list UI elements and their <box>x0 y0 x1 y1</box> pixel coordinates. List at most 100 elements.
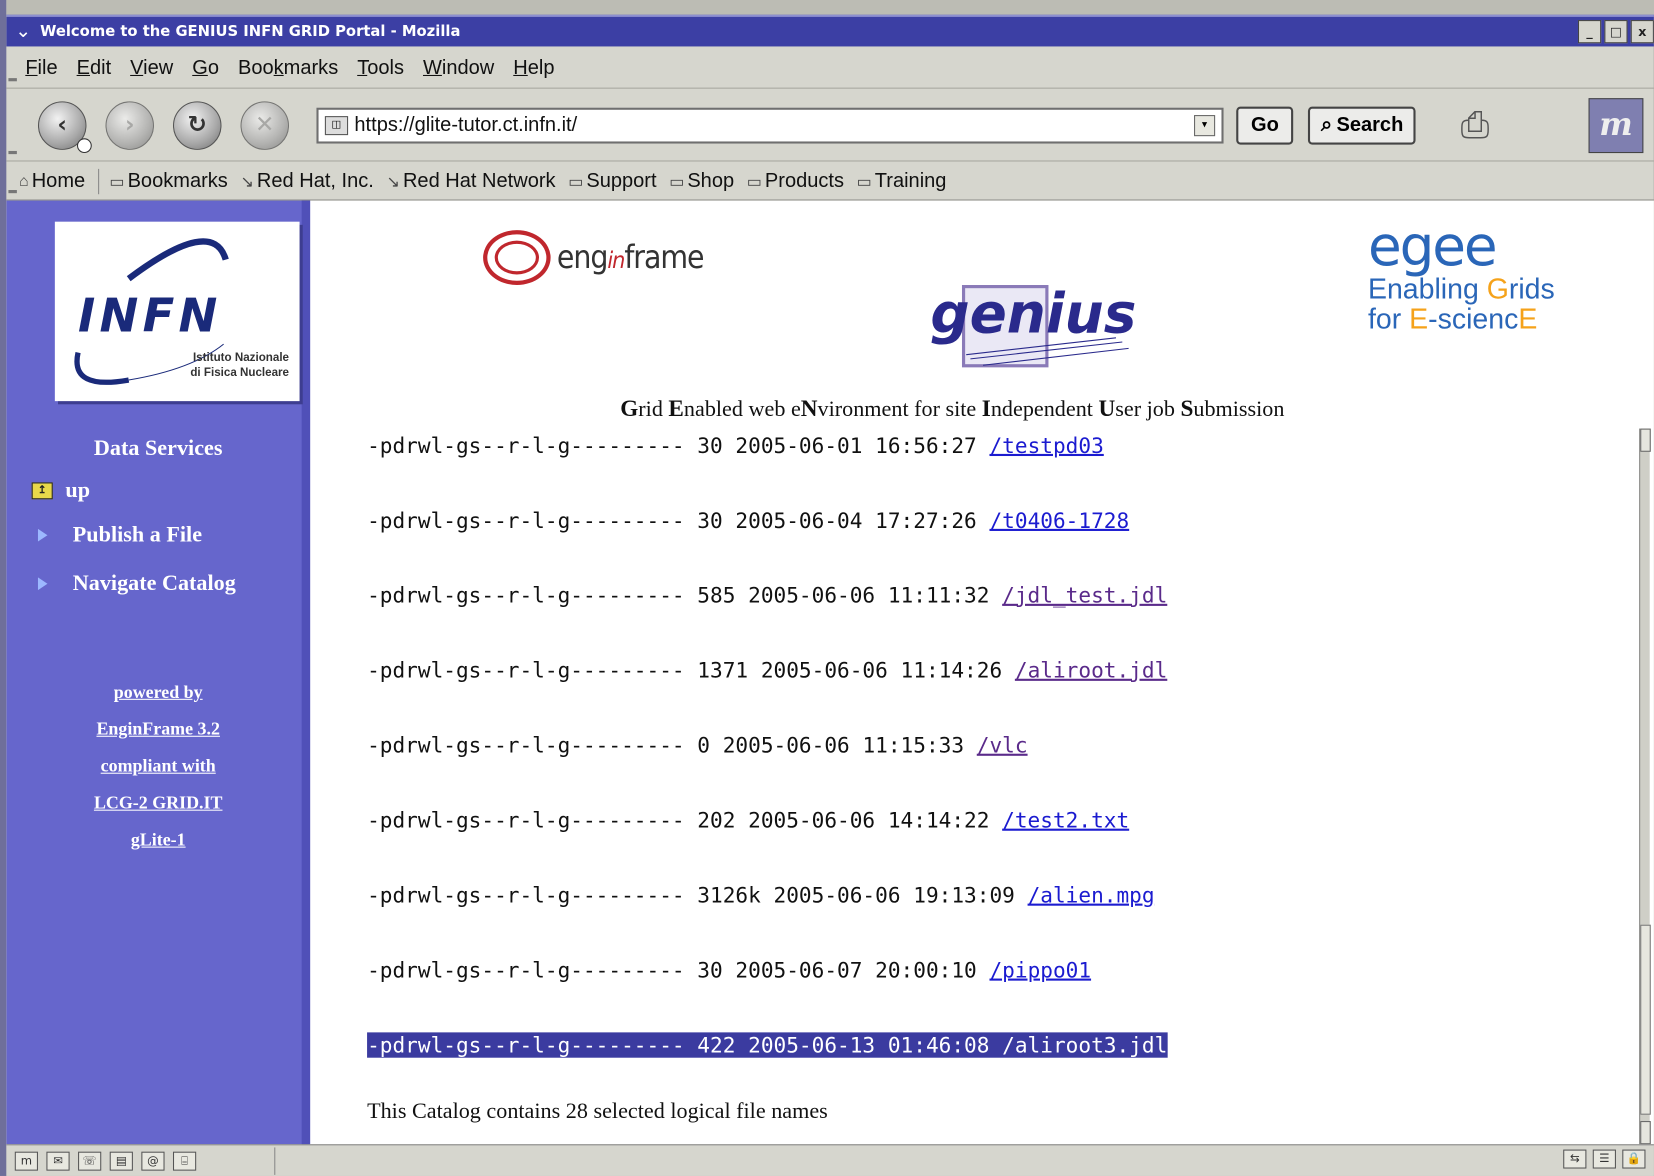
location-bar[interactable]: ◫ ▾ <box>316 107 1224 144</box>
bookmark-redhat-network[interactable]: ↘ Red Hat Network <box>387 169 556 192</box>
file-row[interactable]: -pdrwl-gs--r-l-g--------- 1371 2005-06-0… <box>367 658 1167 683</box>
glite-link[interactable]: gLite-1 <box>131 830 186 850</box>
bookmark-bookmarks[interactable]: ▭ Bookmarks <box>109 169 227 192</box>
go-button[interactable]: Go <box>1236 106 1294 145</box>
bookmark-shop[interactable]: ▭ Shop <box>669 169 734 192</box>
egee-logo-text: egee <box>1367 215 1498 279</box>
file-name-link[interactable]: /aliroot3.jdl <box>1002 1032 1167 1057</box>
file-row[interactable]: -pdrwl-gs--r-l-g--------- 202 2005-06-06… <box>367 808 1129 833</box>
menubar-grip[interactable] <box>6 49 19 88</box>
egee-l2d: E <box>1518 302 1538 335</box>
egee-logo[interactable]: egee Enabling Grids for E-sciencE <box>1368 220 1555 334</box>
site-icon: ◫ <box>324 115 349 135</box>
window-title: Welcome to the GENIUS INFN GRID Portal -… <box>40 23 461 41</box>
scroll-thumb[interactable] <box>1640 924 1651 1115</box>
mozilla-navigator-icon[interactable]: m <box>14 1151 38 1171</box>
menu-tools[interactable]: Tools <box>351 56 410 79</box>
infn-logo[interactable]: INFN Istituto Nazionale di Fisica Nuclear… <box>54 221 300 402</box>
composer-icon[interactable]: ▤ <box>109 1151 133 1171</box>
file-row[interactable]: -pdrwl-gs--r-l-g--------- 30 2005-06-07 … <box>367 957 1091 982</box>
menu-bookmarks[interactable]: Bookmarks <box>232 56 345 79</box>
powered-by-link[interactable]: powered by <box>114 682 203 702</box>
menu-tools-key: T <box>357 56 368 79</box>
compliant-with-link[interactable]: compliant with <box>101 756 216 776</box>
file-name-link[interactable]: /aliroot.jdl <box>1015 658 1167 683</box>
minimize-button[interactable]: _ <box>1577 20 1602 44</box>
addressbook-icon[interactable]: @ <box>141 1151 165 1171</box>
lcg2-gridit-link[interactable]: LCG-2 GRID.IT <box>94 793 223 813</box>
folder-up-icon: ↥ <box>31 481 53 499</box>
irc-icon[interactable]: ⌸ <box>172 1151 197 1171</box>
bookmark-training[interactable]: ▭ Training <box>857 169 947 192</box>
mozilla-throbber-icon[interactable]: m <box>1588 98 1644 154</box>
search-button[interactable]: ⌕ Search <box>1308 106 1416 145</box>
menu-help[interactable]: Help <box>507 56 561 79</box>
window-menu-icon[interactable]: ⌄ <box>11 19 36 44</box>
file-row[interactable]: -pdrwl-gs--r-l-g--------- 0 2005-06-06 1… <box>367 733 1028 758</box>
close-button[interactable]: x <box>1630 20 1654 44</box>
menu-edit[interactable]: Edit <box>70 56 117 79</box>
sidebar-item-publish-file[interactable]: Publish a File <box>32 521 202 547</box>
file-time: 20:00:10 <box>875 957 977 983</box>
online-icon[interactable]: ⇆ <box>1563 1149 1587 1169</box>
file-name-link[interactable]: /pippo01 <box>989 957 1091 982</box>
navbar-grip[interactable] <box>6 90 19 161</box>
bookmark-home[interactable]: ⌂ Home <box>19 169 85 192</box>
scroll-up-button[interactable] <box>1640 428 1651 452</box>
file-name-link[interactable]: /vlc <box>977 733 1028 758</box>
print-icon[interactable]: ⎙ <box>1446 102 1505 148</box>
status-indicators: ⇆ ☰ 🔒 <box>1563 1149 1646 1169</box>
magnifier-icon: ⌕ <box>1321 113 1333 136</box>
window-controls: _ □ x <box>1577 20 1654 44</box>
sidebar-item-navigate-catalog-label: Navigate Catalog <box>72 570 236 596</box>
file-permissions: -pdrwl-gs--r-l-g--------- <box>367 1032 685 1058</box>
genius-logo[interactable]: genius <box>930 277 1141 372</box>
mail-icon[interactable]: ✉ <box>46 1151 70 1171</box>
sidebar-item-up[interactable]: ↥ up <box>31 477 90 503</box>
bookmark-support[interactable]: ▭ Support <box>568 169 656 192</box>
file-row[interactable]: -pdrwl-gs--r-l-g--------- 30 2005-06-01 … <box>367 433 1104 458</box>
file-size: 585 <box>697 582 736 609</box>
back-button[interactable]: ‹ <box>37 100 92 153</box>
file-name-link[interactable]: /testpd03 <box>989 433 1103 458</box>
stop-button[interactable]: ✕ <box>240 100 290 150</box>
file-row[interactable]: -pdrwl-gs--r-l-g--------- 3126k 2005-06-… <box>367 882 1155 907</box>
menu-window[interactable]: Window <box>417 56 501 79</box>
file-row[interactable]: -pdrwl-gs--r-l-g--------- 422 2005-06-13… <box>367 1032 1167 1058</box>
url-history-dropdown-icon[interactable]: ▾ <box>1194 114 1216 136</box>
lock-icon[interactable]: 🔒 <box>1622 1149 1646 1169</box>
menu-go[interactable]: Go <box>186 56 225 79</box>
file-name-link[interactable]: /t0406-1728 <box>989 508 1129 533</box>
file-name-link[interactable]: /alien.mpg <box>1028 882 1155 907</box>
enginframe-logo[interactable]: enginframe <box>483 230 705 286</box>
scroll-down-button[interactable] <box>1640 1121 1651 1145</box>
tagline-part: E <box>668 394 684 422</box>
tagline-part: ubmission <box>1193 395 1285 422</box>
enginframe-link[interactable]: EnginFrame 3.2 <box>96 719 220 739</box>
title-bar[interactable]: ⌄ Welcome to the GENIUS INFN GRID Portal… <box>6 14 1654 47</box>
file-name-link[interactable]: /jdl_test.jdl <box>1002 583 1167 608</box>
reload-button[interactable]: ↻ <box>172 100 222 150</box>
maximize-button[interactable]: □ <box>1604 20 1628 44</box>
file-row[interactable]: -pdrwl-gs--r-l-g--------- 585 2005-06-06… <box>367 583 1167 608</box>
bookmark-redhat[interactable]: ↘ Red Hat, Inc. <box>240 169 373 192</box>
folder-icon: ▭ <box>746 172 762 191</box>
url-input[interactable] <box>354 113 1178 137</box>
arrow-right-icon <box>37 528 48 541</box>
file-row[interactable]: -pdrwl-gs--r-l-g--------- 30 2005-06-04 … <box>367 508 1129 533</box>
bookmark-products[interactable]: ▭ Products <box>747 169 844 192</box>
security-icon[interactable]: ☰ <box>1592 1149 1616 1169</box>
back-dropdown-icon[interactable] <box>77 137 92 153</box>
forward-button[interactable]: › <box>105 100 155 150</box>
bookbar-grip[interactable] <box>6 163 19 200</box>
file-name-link[interactable]: /test2.txt <box>1002 808 1129 833</box>
vertical-scrollbar[interactable] <box>1639 428 1651 1145</box>
sidebar-item-navigate-catalog[interactable]: Navigate Catalog <box>32 570 236 596</box>
menu-edit-post: dit <box>89 56 112 79</box>
file-size: 422 <box>697 1032 736 1058</box>
file-size: 30 <box>697 957 723 983</box>
menu-file[interactable]: File <box>19 56 64 79</box>
chat-icon[interactable]: ☏ <box>78 1151 102 1171</box>
menu-view[interactable]: View <box>124 56 180 79</box>
reload-icon: ↻ <box>187 111 207 139</box>
